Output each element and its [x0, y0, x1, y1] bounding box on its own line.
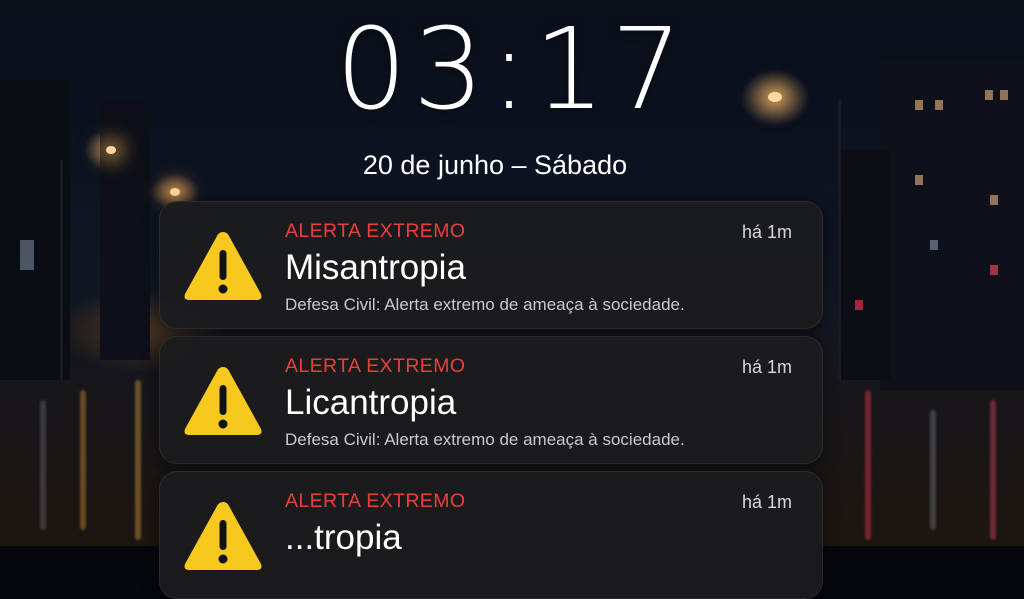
building-left-2 [100, 100, 150, 360]
notification-body: Defesa Civil: Alerta extremo de ameaça à… [285, 295, 685, 314]
lockscreen-clock: 03:17 [335, 5, 689, 135]
notification-card[interactable]: ALERTA EXTREMO há 1m Misantropia Defesa … [159, 201, 823, 329]
building-right-2 [840, 150, 890, 380]
building-window [990, 195, 998, 205]
notification-time: há 1m [741, 492, 792, 512]
building-window [20, 240, 34, 270]
street-reflection [80, 390, 86, 530]
lamp-pole [60, 160, 63, 380]
notification-title: Misantropia [285, 248, 466, 287]
notification-title: ...tropia [285, 518, 402, 557]
building-window [990, 265, 998, 275]
lamp-pole [838, 100, 841, 380]
notification-title: Licantropia [285, 383, 457, 422]
notification-card[interactable]: ALERTA EXTREMO há 1m Licantropia Defesa … [159, 336, 823, 464]
notification-card[interactable]: ALERTA EXTREMO há 1m ...tropia [159, 471, 823, 599]
street-lamp [170, 188, 180, 196]
street-reflection [865, 390, 871, 540]
street-reflection [135, 380, 141, 540]
notification-header: ALERTA EXTREMO [285, 355, 466, 377]
lockscreen-date: 20 de junho – Sábado [362, 150, 628, 180]
notification-header: ALERTA EXTREMO [285, 220, 466, 242]
warning-triangle-icon [184, 232, 262, 300]
notification-time: há 1m [741, 222, 792, 242]
notification-body: Defesa Civil: Alerta extremo de ameaça à… [285, 430, 685, 449]
warning-triangle-icon [184, 367, 262, 435]
street-reflection [990, 400, 996, 540]
warning-triangle-icon [184, 502, 262, 570]
building-window [855, 300, 863, 310]
street-reflection [40, 400, 46, 530]
building-window [930, 240, 938, 250]
street-reflection [930, 410, 936, 530]
notification-header: ALERTA EXTREMO [285, 490, 466, 512]
notification-time: há 1m [741, 357, 792, 377]
